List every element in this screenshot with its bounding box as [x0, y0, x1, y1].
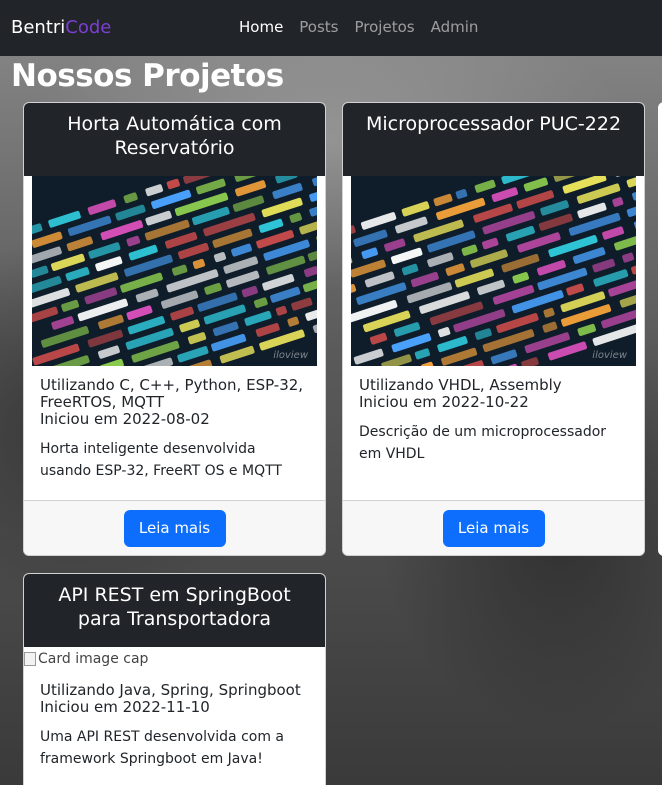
project-card: API REST em SpringBoot para Transportado… — [23, 573, 326, 785]
page-title: Nossos Projetos — [11, 58, 284, 94]
nav-link-home[interactable]: Home — [239, 18, 283, 36]
project-card: Microprocessador PUC-222 iloview Utiliza… — [342, 102, 645, 556]
read-more-button[interactable]: Leia mais — [123, 509, 226, 547]
brand-logo[interactable]: BentriCode — [11, 17, 111, 38]
brand-accent-text: Code — [65, 17, 112, 38]
nav-link-projetos[interactable]: Projetos — [355, 18, 415, 36]
card-footer: Leia mais — [24, 500, 325, 555]
card-image-broken: Card image cap — [24, 648, 325, 670]
read-more-button[interactable]: Leia mais — [442, 509, 545, 547]
card-title: Horta Automática com Reservatório — [24, 103, 325, 176]
nav-links: Home Posts Projetos Admin — [239, 18, 494, 36]
svg-text:iloview: iloview — [592, 350, 628, 361]
card-description: Horta inteligente desenvolvida usando ES… — [40, 441, 282, 479]
card-start-date: Iniciou em 2022-08-02 — [40, 410, 210, 428]
project-card: Horta Automática com Reservatório ilovie… — [23, 102, 326, 556]
card-start-date: Iniciou em 2022-10-22 — [359, 393, 529, 411]
card-technologies: Utilizando C, C++, Python, ESP-32, FreeR… — [40, 376, 304, 411]
card-technologies: Utilizando VHDL, Assembly — [359, 376, 562, 394]
broken-image-icon — [24, 652, 36, 666]
card-technologies: Utilizando Java, Spring, Springboot — [40, 681, 301, 699]
card-start-date: Iniciou em 2022-11-10 — [40, 698, 210, 716]
navbar: BentriCode Home Posts Projetos Admin — [0, 0, 662, 56]
card-image: iloview — [32, 176, 317, 366]
card-image-alt-text: Card image cap — [38, 651, 149, 667]
svg-text:iloview: iloview — [273, 350, 309, 361]
project-card-partial — [658, 102, 662, 556]
card-image: iloview — [351, 176, 636, 366]
brand-text: Bentri — [11, 17, 66, 38]
card-footer: Leia mais — [343, 500, 644, 555]
nav-link-admin[interactable]: Admin — [431, 18, 479, 36]
card-description: Uma API REST desenvolvida com a framewor… — [40, 729, 285, 767]
nav-link-posts[interactable]: Posts — [299, 18, 338, 36]
card-description: Descrição de um microprocessador em VHDL — [359, 424, 607, 462]
card-title: Microprocessador PUC-222 — [343, 103, 644, 176]
card-title: API REST em SpringBoot para Transportado… — [24, 574, 325, 647]
